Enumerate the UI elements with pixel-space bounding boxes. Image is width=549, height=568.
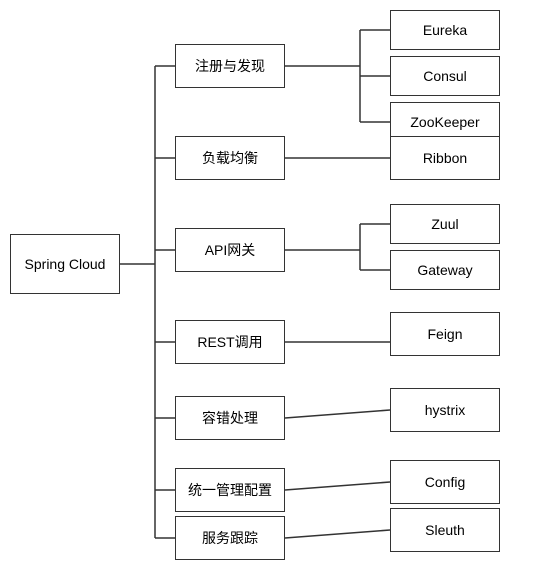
node-eureka: Eureka [390,10,500,50]
node-sleuth: Sleuth [390,508,500,552]
node-confignode-label: Config [425,474,465,490]
node-zookeeper-label: ZooKeeper [410,114,479,130]
node-reg: 注册与发现 [175,44,285,88]
node-feign-label: Feign [427,326,462,342]
node-fault-label: 容错处理 [202,408,258,428]
node-root-label: Spring Cloud [25,256,106,272]
node-config-cat-label: 统一管理配置 [188,480,272,500]
node-ribbon-label: Ribbon [423,150,467,166]
node-zuul-label: Zuul [431,216,458,232]
node-api-label: API网关 [205,240,256,260]
node-hystrix-label: hystrix [425,402,465,418]
node-trace: 服务跟踪 [175,516,285,560]
node-eureka-label: Eureka [423,22,467,38]
node-lb: 负载均衡 [175,136,285,180]
node-config-cat: 统一管理配置 [175,468,285,512]
node-lb-label: 负载均衡 [202,148,258,168]
node-reg-label: 注册与发现 [195,56,265,76]
node-trace-label: 服务跟踪 [202,528,258,548]
diagram: Spring Cloud 注册与发现 负载均衡 API网关 REST调用 容错处… [0,0,549,568]
node-zuul: Zuul [390,204,500,244]
node-confignode: Config [390,460,500,504]
node-rest-label: REST调用 [197,332,262,352]
node-gateway: Gateway [390,250,500,290]
node-sleuth-label: Sleuth [425,522,465,538]
node-root: Spring Cloud [10,234,120,294]
node-consul: Consul [390,56,500,96]
node-hystrix: hystrix [390,388,500,432]
node-feign: Feign [390,312,500,356]
node-ribbon: Ribbon [390,136,500,180]
node-rest: REST调用 [175,320,285,364]
node-consul-label: Consul [423,68,467,84]
node-gateway-label: Gateway [417,262,472,278]
node-api: API网关 [175,228,285,272]
node-fault: 容错处理 [175,396,285,440]
